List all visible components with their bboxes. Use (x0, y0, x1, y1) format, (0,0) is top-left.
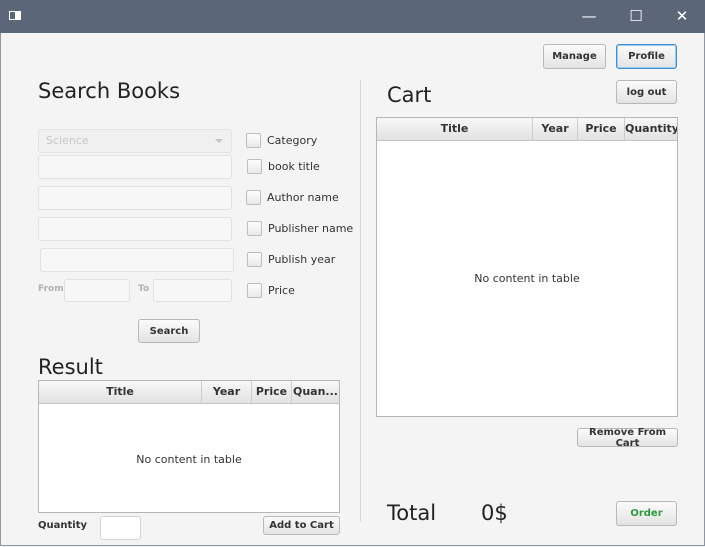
category-checkbox[interactable] (246, 133, 261, 148)
publish-year-checkbox-label: Publish year (268, 253, 336, 266)
result-table-header: Title Year Price Quan... (39, 381, 339, 404)
total-value: 0$ (481, 501, 508, 525)
search-books-heading: Search Books (38, 79, 181, 103)
result-empty-placeholder: No content in table (136, 453, 242, 466)
remove-from-cart-button[interactable]: Remove From Cart (577, 427, 678, 449)
logout-button[interactable]: log out (616, 80, 677, 104)
order-button[interactable]: Order (616, 501, 677, 526)
category-checkbox-label: Category (267, 134, 318, 147)
search-button[interactable]: Search (138, 319, 200, 343)
publisher-name-input[interactable] (38, 217, 232, 241)
result-col-title[interactable]: Title (39, 381, 202, 403)
result-col-year[interactable]: Year (202, 381, 252, 403)
price-from-label: From (38, 284, 64, 294)
publisher-name-checkbox-label: Publisher name (268, 222, 354, 235)
price-checkbox[interactable] (247, 283, 262, 298)
book-title-checkbox[interactable] (247, 159, 262, 174)
author-name-checkbox[interactable] (246, 190, 261, 205)
cart-col-price[interactable]: Price (578, 118, 625, 140)
chevron-down-icon (215, 139, 223, 143)
quantity-input[interactable] (100, 516, 141, 540)
cart-col-year[interactable]: Year (533, 118, 578, 140)
app-icon (9, 11, 21, 20)
window-titlebar: — ☐ ✕ (0, 0, 705, 33)
publisher-name-checkbox[interactable] (247, 221, 262, 236)
profile-button[interactable]: Profile (616, 44, 677, 69)
cart-col-title[interactable]: Title (377, 118, 533, 140)
cart-col-quantity[interactable]: Quantity (625, 118, 677, 140)
price-to-input[interactable] (153, 279, 232, 302)
price-from-input[interactable] (64, 279, 130, 302)
price-to-label: To (138, 284, 150, 294)
book-title-input[interactable] (38, 155, 232, 179)
quantity-label: Quantity (38, 520, 87, 531)
category-combo[interactable]: Science (38, 129, 232, 153)
publish-year-checkbox[interactable] (247, 252, 262, 267)
panel-divider (360, 80, 361, 522)
result-col-price[interactable]: Price (252, 381, 292, 403)
result-table[interactable]: Title Year Price Quan... No content in t… (38, 380, 340, 513)
cart-table[interactable]: Title Year Price Quantity No content in … (376, 117, 678, 417)
publish-year-input[interactable] (40, 248, 234, 272)
cart-table-header: Title Year Price Quantity (377, 118, 677, 141)
result-col-quantity[interactable]: Quan... (292, 381, 339, 403)
close-button[interactable]: ✕ (659, 0, 705, 33)
author-name-checkbox-label: Author name (267, 191, 339, 204)
minimize-button[interactable]: — (566, 0, 612, 33)
category-combo-value: Science (46, 134, 89, 147)
add-to-cart-button[interactable]: Add to Cart (263, 516, 340, 535)
cart-heading: Cart (387, 83, 432, 107)
result-heading: Result (38, 355, 103, 379)
author-name-input[interactable] (38, 186, 232, 210)
cart-empty-placeholder: No content in table (474, 272, 580, 285)
price-checkbox-label: Price (268, 284, 295, 297)
book-title-checkbox-label: book title (268, 160, 320, 173)
maximize-button[interactable]: ☐ (613, 0, 659, 33)
manage-button[interactable]: Manage (543, 44, 606, 69)
total-label: Total (387, 501, 437, 525)
